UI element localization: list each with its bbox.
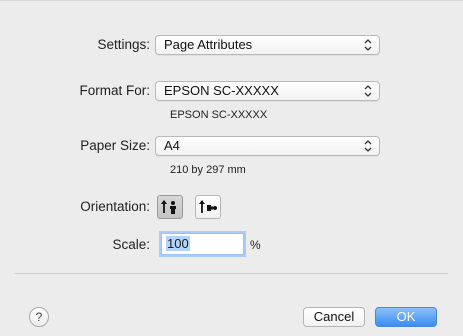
popup-arrows-icon: [364, 140, 372, 152]
format-for-popup[interactable]: EPSON SC-XXXXX: [155, 81, 380, 101]
portrait-icon: [161, 200, 176, 214]
paper-size-label: Paper Size:: [80, 138, 150, 153]
popup-arrows-icon: [364, 39, 372, 51]
format-for-label: Format For:: [79, 83, 150, 98]
format-for-value: EPSON SC-XXXXX: [164, 83, 279, 98]
scale-value: 100: [166, 236, 190, 251]
scale-input[interactable]: 100: [161, 233, 244, 255]
settings-label: Settings:: [97, 37, 150, 52]
divider: [14, 273, 448, 274]
help-button[interactable]: ?: [29, 307, 49, 327]
orientation-label: Orientation:: [80, 199, 150, 214]
settings-value: Page Attributes: [164, 37, 253, 52]
page-setup-dialog: Settings: Page Attributes Format For: EP…: [0, 0, 463, 336]
printer-detail: EPSON SC-XXXXX: [170, 109, 268, 121]
ok-button[interactable]: OK: [375, 307, 437, 327]
paper-size-popup[interactable]: A4: [155, 136, 380, 156]
paper-size-value: A4: [164, 138, 180, 153]
popup-arrows-icon: [364, 85, 372, 97]
cancel-button[interactable]: Cancel: [303, 307, 365, 327]
landscape-icon: [199, 200, 217, 213]
scale-label: Scale:: [112, 237, 150, 252]
landscape-orientation-button[interactable]: [195, 195, 221, 219]
portrait-orientation-button[interactable]: [157, 195, 183, 219]
scale-unit: %: [250, 238, 261, 252]
settings-popup[interactable]: Page Attributes: [155, 35, 380, 55]
paper-dimensions: 210 by 297 mm: [170, 164, 246, 176]
